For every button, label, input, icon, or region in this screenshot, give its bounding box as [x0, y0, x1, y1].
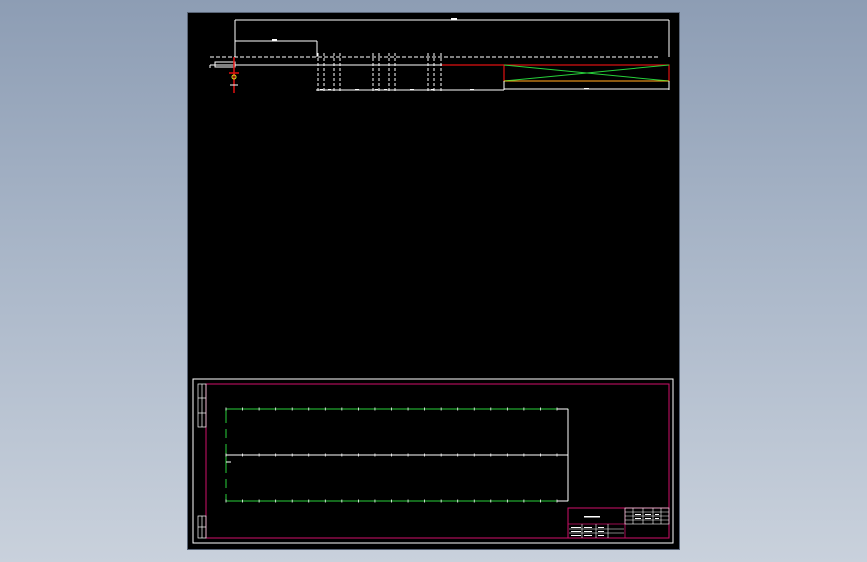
overall-dimension-text: [451, 18, 457, 20]
title-block-text-rows: [571, 527, 604, 536]
title-block-frame: [567, 507, 670, 539]
plan-view: [225, 407, 569, 503]
left-margin-table: [197, 383, 207, 539]
drawing-sheet: [192, 378, 674, 544]
sheet-inner-border: [205, 383, 670, 539]
revision-table: [624, 507, 670, 525]
post-group-1: [317, 53, 341, 91]
cad-drawing: [192, 18, 674, 544]
cad-drawing-viewport[interactable]: [188, 13, 679, 549]
revision-table-text: [635, 514, 659, 519]
plan-tick-marks: [225, 407, 558, 503]
title-block: [567, 507, 670, 539]
right-frame-dimension-text: [584, 88, 589, 90]
post-group-3: [427, 53, 442, 91]
drawing-name-text: [584, 516, 600, 518]
partial-dimension-text: [272, 39, 277, 41]
post-group-2: [372, 53, 396, 91]
elevation-view: [209, 18, 670, 93]
sheet-outer-border: [192, 378, 674, 544]
